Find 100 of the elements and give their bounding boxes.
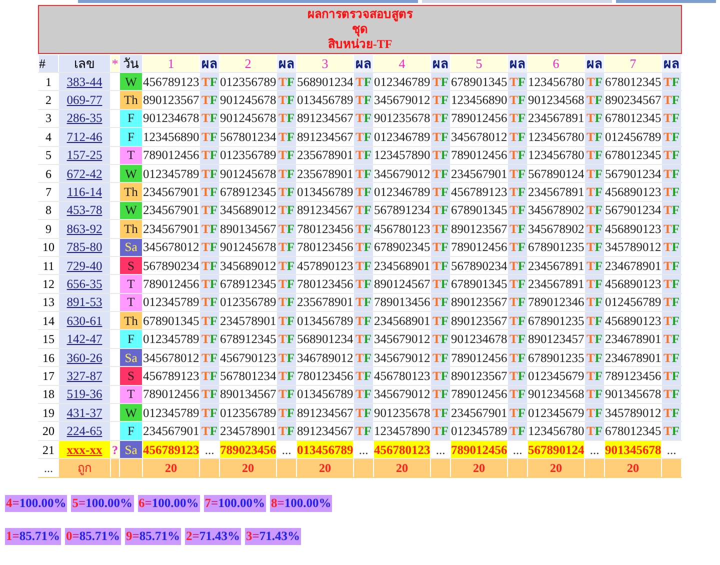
result-cell: TF (276, 201, 296, 220)
result-cell: TF (430, 312, 450, 330)
result-cell: TF (508, 109, 528, 128)
number-link[interactable]: 863-92 (58, 220, 110, 238)
day-cell: F (120, 330, 142, 348)
number-link[interactable]: 157-25 (58, 146, 110, 164)
number-link[interactable]: 383-44 (58, 72, 110, 91)
result-cell: TF (276, 146, 296, 164)
result-cell: TF (354, 146, 374, 164)
title-text: ชุด (352, 22, 368, 37)
percent-badge: 9=85.71% (125, 528, 181, 545)
number-link[interactable]: 116-14 (58, 182, 110, 202)
result-cell: TF (662, 238, 682, 256)
result-cell: TF (200, 293, 220, 312)
result-cell: TF (276, 366, 296, 386)
result-cell: TF (354, 422, 374, 440)
header-cell: 7 (604, 54, 662, 72)
number-link[interactable]: 069-77 (58, 90, 110, 110)
number-link[interactable]: 224-65 (58, 422, 110, 440)
number-link[interactable]: 672-42 (58, 164, 110, 183)
result-cell: TF (584, 164, 604, 183)
result-cell: ... (200, 440, 220, 459)
number-link[interactable]: 656-35 (58, 274, 110, 294)
result-cell: TF (508, 128, 528, 146)
result-cell: TF (430, 385, 450, 404)
result-cell: TF (508, 422, 528, 440)
number-link[interactable]: 712-46 (58, 128, 110, 146)
result-cell: TF (200, 385, 220, 404)
number-link[interactable]: 431-37 (58, 404, 110, 422)
result-cell: TF (276, 422, 296, 440)
result-cell: TF (508, 330, 528, 348)
result-cell: TF (584, 404, 604, 422)
number-link[interactable]: 729-40 (58, 256, 110, 275)
header-cell: ผล (354, 54, 374, 72)
result-cell: TF (276, 385, 296, 404)
result-cell: TF (508, 293, 528, 312)
day-cell: F (120, 109, 142, 128)
number-link[interactable]: 286-35 (58, 109, 110, 128)
header-cell: ผล (508, 54, 528, 72)
result-cell: TF (584, 238, 604, 256)
count-cell: 20 (450, 458, 508, 478)
result-cell: TF (584, 293, 604, 312)
result-cell: TF (200, 109, 220, 128)
result-cell: TF (508, 348, 528, 367)
result-cell: TF (430, 72, 450, 91)
footer-label: ถูก (58, 458, 110, 478)
result-cell: TF (276, 220, 296, 238)
result-cell: TF (354, 220, 374, 238)
result-cell: TF (662, 422, 682, 440)
header-cell: ผล (200, 54, 220, 72)
result-cell: TF (584, 385, 604, 404)
result-cell: TF (276, 312, 296, 330)
result-cell: TF (508, 182, 528, 202)
day-cell: T (120, 293, 142, 312)
number-link[interactable]: 785-80 (58, 238, 110, 256)
result-cell: TF (200, 146, 220, 164)
result-cell: TF (354, 90, 374, 110)
number-link[interactable]: 142-47 (58, 330, 110, 348)
result-cell: TF (200, 404, 220, 422)
number-link[interactable]: xxx-xx (58, 440, 110, 459)
result-cell: TF (276, 164, 296, 183)
result-cell: TF (508, 72, 528, 91)
result-cell: TF (354, 109, 374, 128)
result-cell: ... (662, 440, 682, 459)
number-link[interactable]: 519-36 (58, 385, 110, 404)
result-cell: TF (276, 109, 296, 128)
result-cell: TF (276, 293, 296, 312)
number-link[interactable]: 630-61 (58, 312, 110, 330)
day-cell: Sa (120, 440, 142, 459)
result-cell: TF (508, 201, 528, 220)
result-cell: TF (662, 274, 682, 294)
result-cell: TF (662, 330, 682, 348)
number-link[interactable]: 891-53 (58, 293, 110, 312)
day-cell: Sa (120, 238, 142, 256)
title-text: สิบหน่วย-TF (328, 37, 392, 52)
result-cell: TF (200, 90, 220, 110)
number-link[interactable]: 327-87 (58, 366, 110, 386)
result-cell: TF (354, 348, 374, 367)
result-cell: TF (662, 146, 682, 164)
result-cell: ... (508, 440, 528, 459)
result-cell: TF (508, 220, 528, 238)
number-link[interactable]: 360-26 (58, 348, 110, 367)
result-cell: TF (662, 109, 682, 128)
result-cell: TF (662, 128, 682, 146)
result-cell: TF (508, 238, 528, 256)
result-cell: TF (276, 404, 296, 422)
result-cell: ... (354, 440, 374, 459)
result-cell: TF (508, 164, 528, 183)
count-cell: 20 (604, 458, 662, 478)
result-cell: TF (508, 274, 528, 294)
day-cell: Th (120, 220, 142, 238)
result-cell: TF (584, 182, 604, 202)
result-cell: TF (430, 109, 450, 128)
result-cell: TF (354, 238, 374, 256)
result-cell: TF (430, 201, 450, 220)
count-cell: 20 (220, 458, 276, 478)
result-cell: TF (430, 256, 450, 275)
result-cell: TF (200, 72, 220, 91)
number-link[interactable]: 453-78 (58, 201, 110, 220)
result-cell: TF (430, 164, 450, 183)
